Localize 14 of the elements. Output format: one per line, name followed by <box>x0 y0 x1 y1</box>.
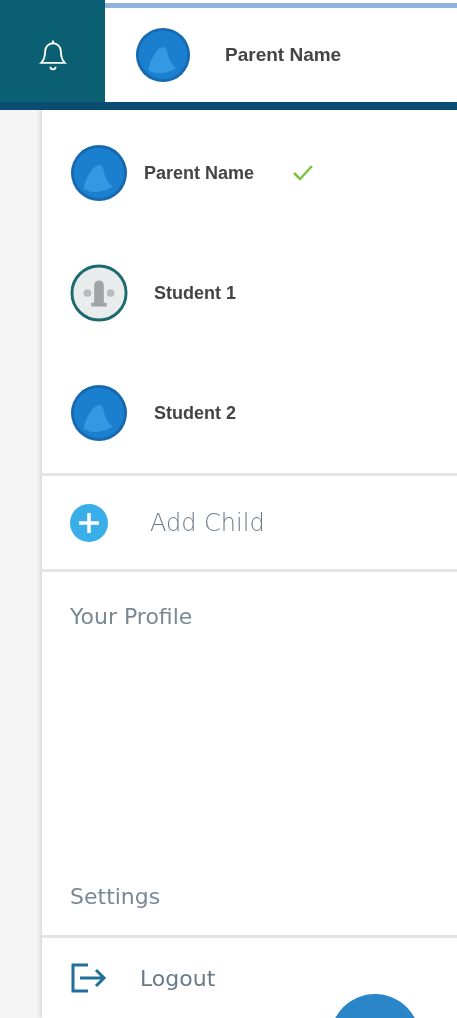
account-item[interactable]: Parent Name <box>42 113 457 233</box>
avatar <box>70 144 128 202</box>
account-item[interactable]: Student 2 <box>42 353 457 473</box>
avatar <box>70 384 128 442</box>
avatar <box>135 26 191 83</box>
plus-circle-icon <box>70 503 108 542</box>
account-item[interactable]: Student 1 <box>42 233 457 353</box>
logout-icon <box>70 963 108 993</box>
user-name[interactable]: Parent Name <box>225 43 342 66</box>
menu-link[interactable]: Settings <box>70 884 161 909</box>
avatar <box>70 264 128 322</box>
logout-button[interactable]: Logout <box>42 938 216 1018</box>
add-child-button[interactable]: Add Child <box>42 476 457 572</box>
menu-link[interactable]: Your Profile <box>70 604 193 629</box>
